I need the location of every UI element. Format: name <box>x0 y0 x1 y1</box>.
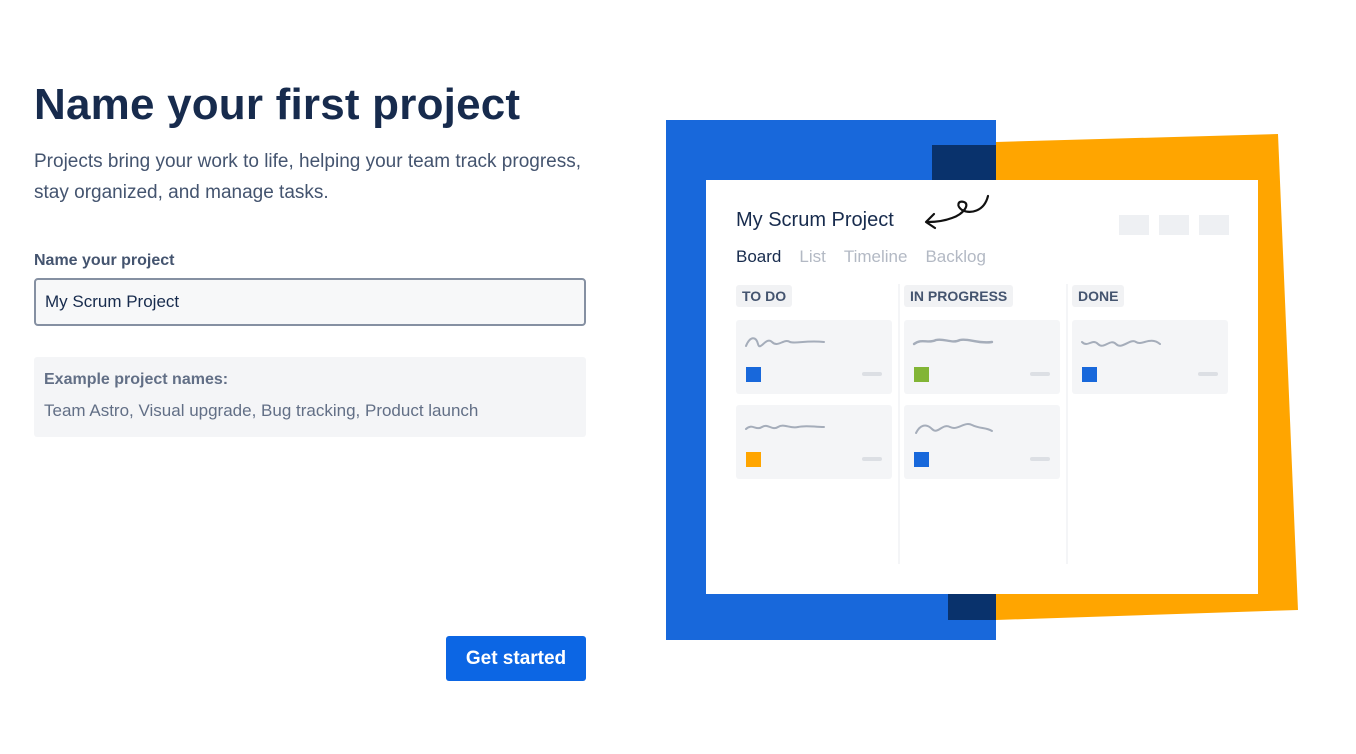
hand-drawn-arrow-icon <box>924 194 990 230</box>
setup-panel: Name your first project Projects bring y… <box>34 0 586 754</box>
placeholder-block <box>1159 215 1189 235</box>
column-header: DONE <box>1072 285 1125 307</box>
navy-accent <box>948 594 996 620</box>
preview-tab-timeline: Timeline <box>843 247 908 266</box>
card-meta-bar <box>1030 457 1050 461</box>
project-name-input[interactable] <box>34 278 586 326</box>
board-preview-card: My Scrum Project Board List Timeline Backlo… <box>706 180 1258 594</box>
card-type-marker <box>746 452 761 467</box>
example-names-list: Team Astro, Visual upgrade, Bug tracking… <box>44 401 479 420</box>
card-meta-bar <box>1198 372 1218 376</box>
preview-tab-list: List <box>799 247 826 266</box>
board-card <box>904 320 1060 394</box>
squiggle-placeholder <box>912 338 994 346</box>
placeholder-block <box>1119 215 1149 235</box>
example-names-box: Example project names: Team Astro, Visua… <box>34 357 586 437</box>
placeholder-block <box>1199 215 1229 235</box>
column-todo: TO DO <box>736 285 894 565</box>
board-illustration: My Scrum Project Board List Timeline Backlo… <box>666 120 1306 640</box>
squiggle-placeholder <box>745 337 825 348</box>
preview-tab-board: Board <box>736 247 782 266</box>
board-card <box>736 405 892 479</box>
preview-tab-backlog: Backlog <box>925 247 986 266</box>
card-type-marker <box>746 367 761 382</box>
get-started-button[interactable]: Get started <box>446 636 586 681</box>
squiggle-placeholder <box>1081 339 1161 347</box>
column-header: IN PROGRESS <box>904 285 1014 307</box>
card-meta-bar <box>862 457 882 461</box>
board-card <box>904 405 1060 479</box>
preview-tabs: Board List Timeline Backlog <box>736 247 1004 267</box>
board-card <box>1072 320 1228 394</box>
card-type-marker <box>914 367 929 382</box>
preview-project-title: My Scrum Project <box>736 209 894 231</box>
card-type-marker <box>1082 367 1097 382</box>
example-names-title: Example project names: <box>44 371 229 388</box>
card-meta-bar <box>1030 372 1050 376</box>
board-card <box>736 320 892 394</box>
column-in-progress: IN PROGRESS <box>904 285 1062 565</box>
project-name-label: Name your project <box>34 252 175 269</box>
squiggle-placeholder <box>915 423 993 434</box>
card-type-marker <box>914 452 929 467</box>
column-header: TO DO <box>736 285 793 307</box>
column-divider <box>898 284 900 564</box>
navy-accent <box>932 145 996 181</box>
column-done: DONE <box>1072 285 1230 565</box>
card-meta-bar <box>862 372 882 376</box>
squiggle-placeholder <box>745 424 825 430</box>
page-subtitle: Projects bring your work to life, helpin… <box>34 151 582 203</box>
page-title: Name your first project <box>34 80 521 129</box>
column-divider <box>1066 284 1068 564</box>
